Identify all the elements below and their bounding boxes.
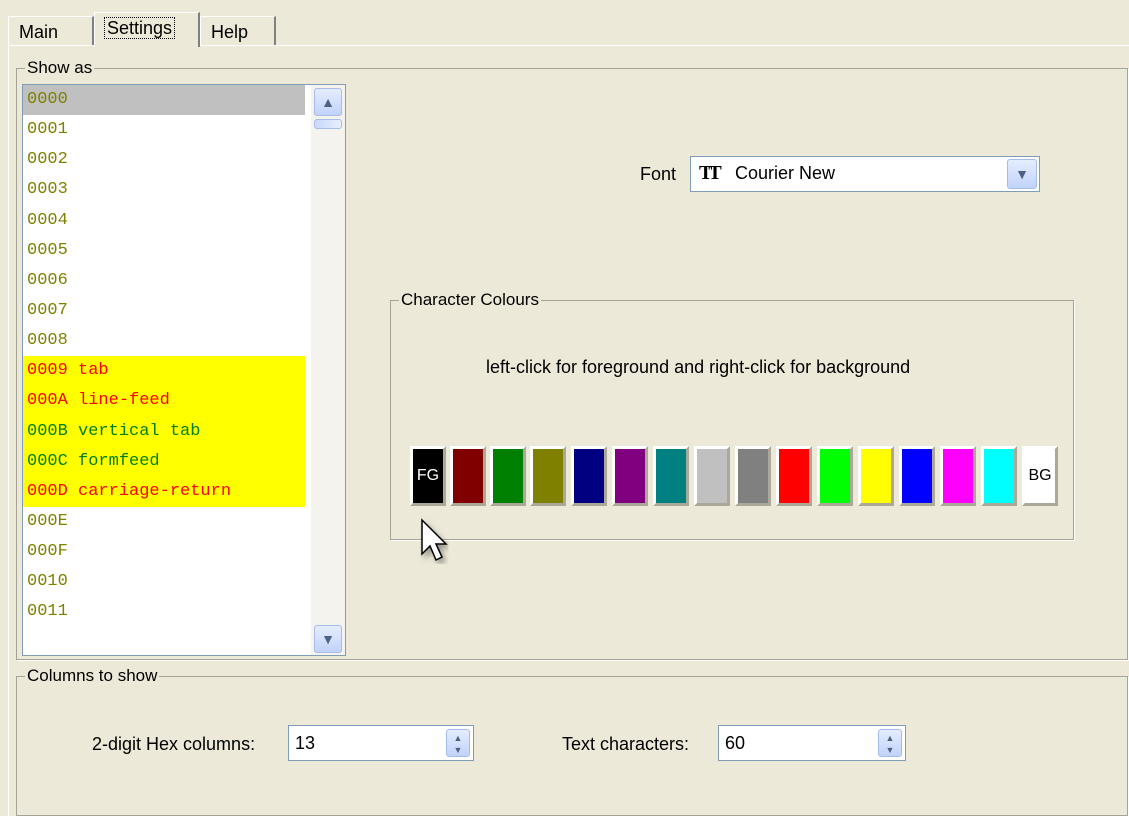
show-as-legend: Show as: [25, 58, 95, 78]
list-item[interactable]: 0008: [23, 326, 305, 356]
colour-swatch[interactable]: FG: [410, 446, 446, 506]
text-characters-value: 60: [725, 733, 746, 753]
list-item[interactable]: 0003: [23, 175, 305, 205]
mouse-cursor-icon: [421, 518, 448, 562]
list-item[interactable]: 000E: [23, 507, 305, 537]
scroll-up-button[interactable]: ▲: [314, 88, 342, 116]
list-item[interactable]: 0005: [23, 236, 305, 266]
font-value: Courier New: [735, 163, 836, 183]
vertical-scrollbar[interactable]: ▲ ▼: [311, 85, 345, 655]
list-item[interactable]: 0011: [23, 597, 305, 627]
list-item[interactable]: 0007: [23, 296, 305, 326]
chevron-down-icon: ▼: [1015, 166, 1029, 182]
colour-swatch[interactable]: [858, 446, 894, 506]
colour-swatch[interactable]: [450, 446, 486, 506]
chevron-up-icon: ▲: [321, 94, 335, 110]
colour-swatch[interactable]: [612, 446, 648, 506]
list-item[interactable]: 000A line-feed: [23, 386, 305, 417]
colour-swatch[interactable]: [940, 446, 976, 506]
list-item[interactable]: 000D carriage-return: [23, 476, 305, 507]
colour-swatch[interactable]: [490, 446, 526, 506]
colour-swatch[interactable]: [694, 446, 730, 506]
text-characters-spinner[interactable]: 60 ▲ ▼: [718, 725, 906, 761]
font-dropdown-button[interactable]: ▼: [1007, 159, 1037, 189]
list-item[interactable]: 000F: [23, 537, 305, 567]
colour-swatch[interactable]: BG: [1022, 446, 1058, 506]
character-colours-legend: Character Colours: [399, 290, 541, 310]
list-item[interactable]: 0006: [23, 266, 305, 296]
list-items: 0000 0001 0002 0003 0004 0005 0006 0007 0008 0009…: [23, 85, 345, 628]
list-item[interactable]: 0004: [23, 206, 305, 236]
colour-swatch[interactable]: [776, 446, 812, 506]
list-item[interactable]: 0002: [23, 145, 305, 175]
text-characters-label: Text characters:: [562, 734, 690, 754]
list-item[interactable]: 0010: [23, 567, 305, 597]
truetype-font-icon: TT: [699, 162, 722, 184]
hex-columns-spinner[interactable]: 13 ▲ ▼: [288, 725, 474, 761]
tab-bar: Main Settings Help: [8, 12, 1128, 47]
hex-columns-value: 13: [295, 733, 316, 753]
spin-arrows-icon[interactable]: ▲ ▼: [878, 729, 902, 757]
colour-swatch[interactable]: [571, 446, 607, 506]
columns-legend: Columns to show: [25, 666, 160, 686]
colour-swatch[interactable]: [817, 446, 853, 506]
list-item[interactable]: 000B vertical tab: [23, 416, 305, 447]
list-item[interactable]: 0001: [23, 115, 305, 145]
colour-instruction: left-click for foreground and right-clic…: [486, 357, 911, 377]
chevron-down-icon: ▼: [321, 631, 335, 647]
colour-swatch[interactable]: [530, 446, 566, 506]
font-combobox[interactable]: TT Courier New ▼: [690, 156, 1040, 192]
scroll-down-button[interactable]: ▼: [314, 625, 342, 653]
colour-swatch[interactable]: [653, 446, 689, 506]
colour-swatch[interactable]: [899, 446, 935, 506]
list-item[interactable]: 0000: [23, 85, 305, 116]
list-item[interactable]: 000C formfeed: [23, 446, 305, 477]
tab-help[interactable]: Help: [200, 16, 276, 46]
scroll-thumb[interactable]: [314, 119, 342, 129]
hex-columns-label: 2-digit Hex columns:: [92, 734, 256, 754]
tab-main[interactable]: Main: [8, 16, 94, 46]
colour-swatch[interactable]: [735, 446, 771, 506]
list-item[interactable]: 0009 tab: [23, 356, 305, 387]
spin-arrows-icon[interactable]: ▲ ▼: [446, 729, 470, 757]
colour-swatch[interactable]: [981, 446, 1017, 506]
tab-settings[interactable]: Settings: [94, 12, 200, 47]
font-label: Font: [640, 164, 677, 184]
show-as-listbox[interactable]: 0000 0001 0002 0003 0004 0005 0006 0007 0008 0009…: [22, 84, 346, 656]
